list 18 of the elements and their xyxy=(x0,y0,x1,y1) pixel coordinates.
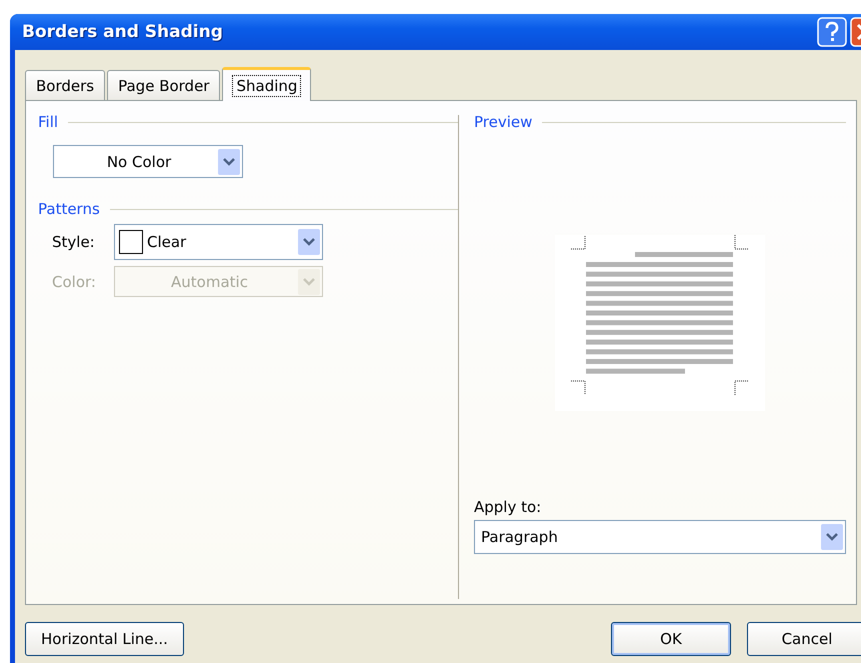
section-heading: Preview xyxy=(474,113,532,131)
section-heading: Fill xyxy=(38,113,58,131)
tab[interactable]: Shading xyxy=(222,67,312,101)
dialog-button[interactable]: Cancel xyxy=(747,622,861,656)
section-heading: Patterns xyxy=(38,200,100,218)
dialog-button[interactable]: Horizontal Line... xyxy=(25,622,184,656)
tab[interactable]: Page Border xyxy=(107,70,220,100)
fill-dropdown[interactable]: No Color xyxy=(53,145,243,178)
window-title: Borders and Shading xyxy=(22,22,223,42)
field-label: Apply to: xyxy=(474,498,542,516)
tab[interactable]: Borders xyxy=(25,70,106,100)
pattern-dropdown[interactable]: Clear xyxy=(114,224,323,260)
field-label: Color: xyxy=(52,272,97,290)
field-label: Style: xyxy=(52,233,96,251)
apply-to-dropdown[interactable]: Paragraph xyxy=(474,520,846,554)
dialog-button[interactable]: OK xyxy=(611,622,731,656)
help-icon[interactable] xyxy=(817,17,847,47)
swatch-icon xyxy=(119,230,143,254)
